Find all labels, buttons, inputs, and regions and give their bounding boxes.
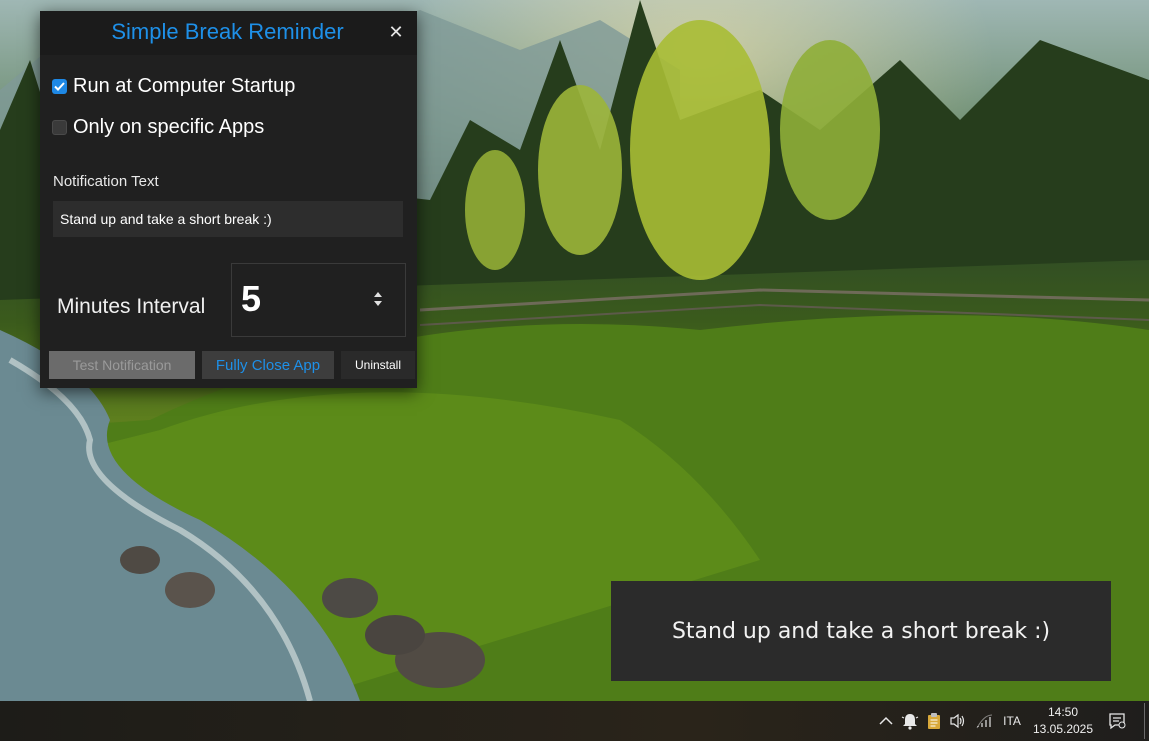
specific-apps-checkbox[interactable] xyxy=(52,120,67,135)
checkmark-icon xyxy=(54,82,65,91)
notification-text-label: Notification Text xyxy=(53,173,159,190)
test-notification-button[interactable]: Test Notification xyxy=(49,351,195,379)
specific-apps-option[interactable]: Only on specific Apps xyxy=(52,116,264,139)
specific-apps-label: Only on specific Apps xyxy=(73,116,265,138)
run-at-startup-label: Run at Computer Startup xyxy=(73,75,296,97)
speaker-icon[interactable] xyxy=(947,701,969,741)
notification-text-input[interactable] xyxy=(53,201,403,237)
wifi-icon[interactable] xyxy=(973,701,995,741)
app-title: Simple Break Reminder xyxy=(111,19,344,44)
uninstall-button[interactable]: Uninstall xyxy=(341,351,415,379)
break-notification-toast[interactable]: Stand up and take a short break :) xyxy=(611,581,1111,681)
clock-time: 14:50 xyxy=(1047,705,1079,719)
clock[interactable]: 14:50 13.05.2025 xyxy=(1030,704,1096,738)
title-bar[interactable]: Simple Break Reminder ✕ xyxy=(40,11,417,55)
run-at-startup-checkbox[interactable] xyxy=(52,79,67,94)
chevron-up-icon[interactable] xyxy=(876,701,896,741)
show-desktop-button[interactable] xyxy=(1144,703,1145,739)
minutes-interval-stepper[interactable]: 5 xyxy=(231,263,406,337)
bell-icon[interactable] xyxy=(899,701,921,741)
clipboard-icon[interactable] xyxy=(923,701,945,741)
close-button[interactable]: ✕ xyxy=(383,21,409,45)
toast-message: Stand up and take a short break :) xyxy=(671,618,1051,644)
clock-date: 13.05.2025 xyxy=(1032,722,1094,736)
run-at-startup-option[interactable]: Run at Computer Startup xyxy=(52,75,295,98)
taskbar: ITA 14:50 13.05.2025 xyxy=(0,701,1149,741)
fully-close-app-button[interactable]: Fully Close App xyxy=(202,351,334,379)
close-icon: ✕ xyxy=(388,22,404,43)
notification-center-icon[interactable] xyxy=(1106,701,1128,741)
minutes-interval-label: Minutes Interval xyxy=(57,295,206,318)
language-indicator[interactable]: ITA xyxy=(998,701,1026,741)
app-window: Simple Break Reminder ✕ Run at Computer … xyxy=(40,11,417,388)
minutes-interval-value[interactable]: 5 xyxy=(241,278,261,320)
spin-arrows-icon[interactable] xyxy=(373,291,383,307)
